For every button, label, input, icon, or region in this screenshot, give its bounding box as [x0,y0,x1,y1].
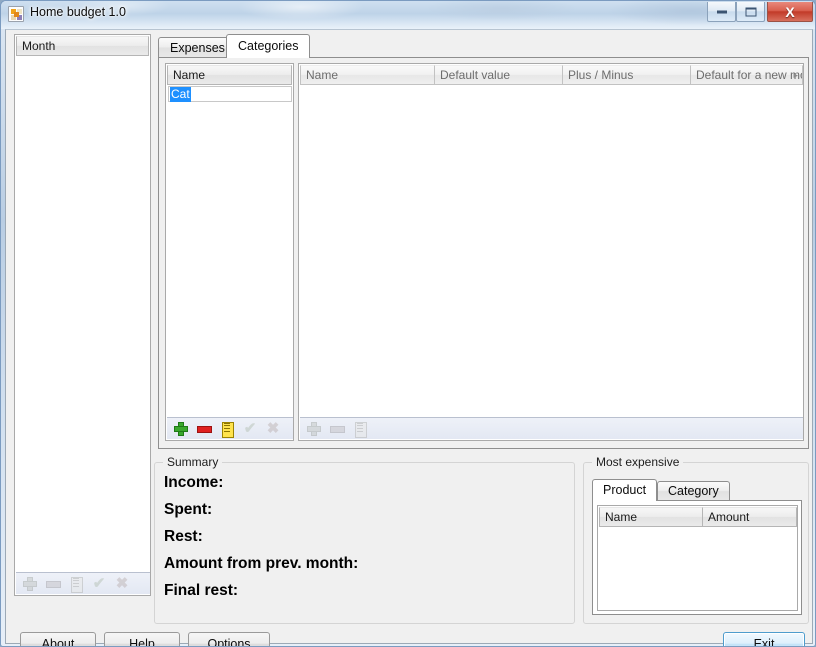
minus-icon[interactable] [196,421,212,437]
tab-product[interactable]: Product [592,479,658,501]
options-button-label: ptions [217,637,251,647]
window-title: Home budget 1.0 [30,5,126,19]
maximize-icon [745,7,756,16]
detail-list[interactable] [300,86,803,417]
check-icon: ✔ [243,419,257,437]
summary-income-label: Income: [164,474,224,491]
most-expensive-tabstrip: Product Category [592,479,802,501]
options-button[interactable]: Options [188,632,270,647]
exit-button-prefix: E [753,637,762,647]
detail-column-name-label: Name [306,68,339,82]
tab-category[interactable]: Category [657,481,730,501]
detail-column-name[interactable]: Name [300,65,435,85]
summary-rest-label: Rest: [164,528,203,545]
document-icon[interactable] [219,421,235,438]
help-button-accel: H [129,637,139,647]
detail-column-headers: Name Default value Plus / Minus Default … [300,65,803,85]
tab-categories[interactable]: Categories [226,34,311,58]
plus-icon[interactable] [173,421,189,437]
plus-icon [306,421,322,437]
help-button[interactable]: Help [104,632,180,647]
detail-column-default-new-month-label: Default for a new mo [696,68,803,82]
category-detail-grid: Name Default value Plus / Minus Default … [298,63,804,441]
categories-column-header-name[interactable]: Name [167,65,292,85]
main-tabstrip: Expenses Categories [158,34,809,58]
minus-icon [329,421,345,437]
help-button-label: elp [138,637,155,647]
maximize-button[interactable] [736,2,765,22]
month-list[interactable] [16,57,150,573]
chevron-right-icon: ▸ [793,70,798,80]
options-button-accel: O [207,637,218,647]
summary-groupbox: Summary Income: Spent: Rest: Amount from… [154,455,575,624]
most-expensive-title: Most expensive [592,455,684,469]
detail-column-plus-minus-label: Plus / Minus [568,68,634,82]
most-expensive-column-name[interactable]: Name [599,507,703,527]
about-button[interactable]: About [20,632,96,647]
detail-column-plus-minus[interactable]: Plus / Minus [563,65,691,85]
most-expensive-column-headers: Name Amount [599,507,797,527]
client-area: Month ✔ ✖ Expenses Categories Name Cat ✔… [5,29,813,647]
summary-prev-month-label: Amount from prev. month: [164,555,359,572]
title-bar[interactable]: Home budget 1.0 X [1,1,815,29]
categories-list[interactable]: Cat [167,86,293,417]
minimize-icon [716,10,727,13]
most-expensive-tab-page: Name Amount [592,500,802,615]
detail-column-default-new-month[interactable]: Default for a new mo ▸ [691,65,803,85]
summary-title: Summary [163,455,223,469]
month-toolbar: ✔ ✖ [16,572,150,594]
categories-toolbar: ✔ ✖ [167,417,293,439]
category-name-input[interactable]: Cat [170,87,191,102]
most-expensive-groupbox: Most expensive Product Category Name Amo… [583,455,809,624]
document-icon [68,576,84,593]
exit-button[interactable]: Exit [723,632,805,647]
categories-grid: Name Cat ✔ ✖ [165,63,294,441]
application-window: Home budget 1.0 X Month ✔ ✖ Expenses Cat… [0,0,816,647]
about-button-label: bout [50,637,75,647]
summary-final-rest-label: Final rest: [164,582,239,599]
exit-button-label: it [768,637,775,647]
detail-column-default-value[interactable]: Default value [435,65,563,85]
close-button[interactable]: X [767,2,813,22]
category-row-editor[interactable]: Cat [168,86,292,102]
document-icon [352,421,368,438]
categories-tab-page: Name Cat ✔ ✖ Name Default value Plus / M… [158,57,809,449]
detail-column-default-value-label: Default value [440,68,511,82]
about-button-accel: A [41,637,50,647]
close-icon: X [785,3,795,20]
cross-icon: ✖ [266,419,280,437]
app-icon [8,6,24,22]
month-panel: Month ✔ ✖ [14,34,151,596]
minus-icon [45,576,61,592]
plus-icon[interactable] [22,576,38,592]
summary-spent-label: Spent: [164,501,213,518]
most-expensive-grid: Name Amount [597,505,798,611]
cross-icon: ✖ [115,574,129,592]
most-expensive-column-amount[interactable]: Amount [703,507,797,527]
minimize-button[interactable] [707,2,736,22]
detail-toolbar [300,417,803,439]
check-icon: ✔ [92,574,106,592]
month-column-header[interactable]: Month [16,36,149,56]
